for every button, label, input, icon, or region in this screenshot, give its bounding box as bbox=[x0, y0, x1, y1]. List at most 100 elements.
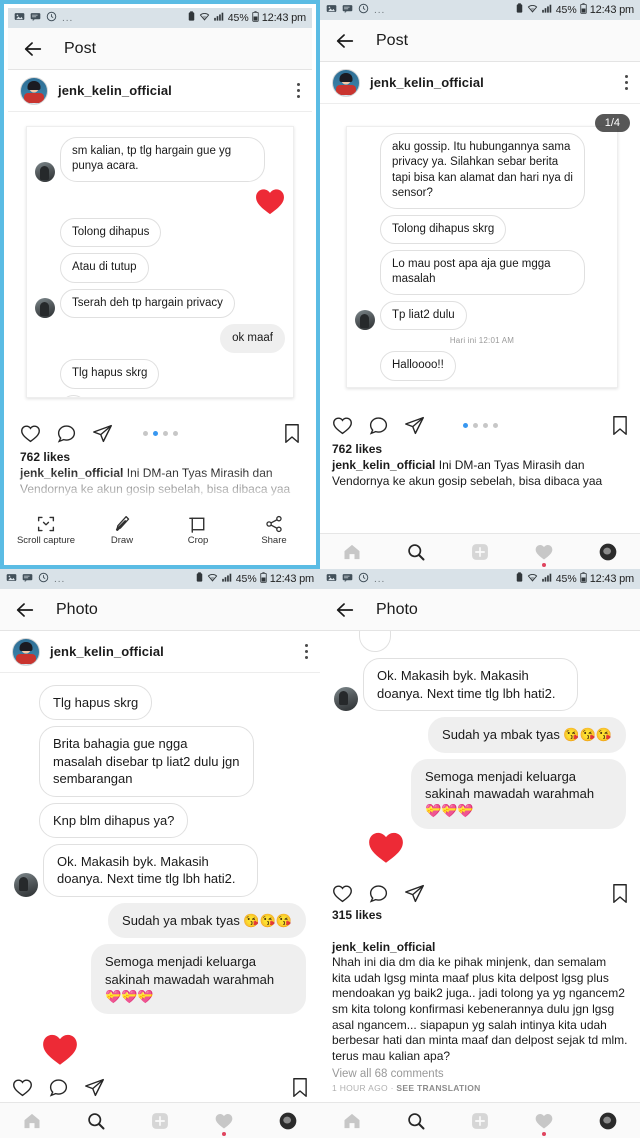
back-arrow-icon[interactable] bbox=[334, 599, 356, 621]
scroll-capture-button[interactable]: Scroll capture bbox=[12, 515, 80, 547]
avatar[interactable] bbox=[332, 68, 360, 97]
add-post-icon[interactable] bbox=[150, 1111, 170, 1131]
home-icon[interactable] bbox=[342, 1111, 362, 1131]
search-icon[interactable] bbox=[406, 542, 426, 562]
share-dm-icon[interactable] bbox=[404, 883, 425, 904]
chat-message: Ok. Makasih byk. Makasih doanya. Next ti… bbox=[334, 658, 626, 712]
post-username[interactable]: jenk_kelin_official bbox=[370, 75, 484, 90]
kebab-menu-icon[interactable] bbox=[624, 75, 628, 90]
like-icon[interactable] bbox=[332, 883, 353, 904]
post-media[interactable]: sm kalian, tp tlg hargain gue yg punya a… bbox=[8, 112, 312, 414]
post-media[interactable]: 1/4 aku gossip. Itu hubungannya sama pri… bbox=[320, 104, 640, 406]
post-meta: 1 HOUR AGO · SEE TRANSLATION bbox=[320, 1080, 640, 1093]
activity-heart-icon[interactable] bbox=[534, 1111, 554, 1136]
comment-icon[interactable] bbox=[56, 423, 77, 444]
clock-icon bbox=[38, 572, 49, 586]
chat-bubble: ok maaf bbox=[220, 324, 285, 354]
chat-message: Tlg hapus skrg bbox=[14, 685, 306, 721]
post-header: jenk_kelin_official bbox=[8, 70, 312, 112]
post-caption: jenk_kelin_official Ini DM-an Tyas Miras… bbox=[320, 456, 640, 489]
search-icon[interactable] bbox=[406, 1111, 426, 1131]
panel-bottom-right[interactable]: ... 45% 12:43 pm Photo Ok. Makasih byk. … bbox=[320, 569, 640, 1138]
draw-icon bbox=[115, 516, 130, 531]
post-actions bbox=[8, 414, 312, 448]
alarm-icon bbox=[515, 572, 524, 586]
share-dm-icon[interactable] bbox=[84, 1077, 105, 1098]
bookmark-icon[interactable] bbox=[612, 883, 628, 904]
home-icon[interactable] bbox=[22, 1111, 42, 1131]
share-dm-icon[interactable] bbox=[92, 423, 113, 444]
activity-heart-icon[interactable] bbox=[214, 1111, 234, 1136]
share-dm-icon[interactable] bbox=[404, 415, 425, 436]
panel-top-left[interactable]: ... 45% 12:43 pm Post jenk_kelin_officia… bbox=[0, 0, 320, 569]
like-icon[interactable] bbox=[12, 1077, 33, 1098]
post-media[interactable]: Ok. Makasih byk. Makasih doanya. Next ti… bbox=[320, 631, 640, 875]
share-button[interactable]: Share bbox=[240, 515, 308, 547]
chat-bubble: aku gossip. Itu hubungannya sama privacy… bbox=[380, 133, 585, 209]
post-header: jenk_kelin_official bbox=[0, 631, 320, 673]
post-username[interactable]: jenk_kelin_official bbox=[58, 83, 172, 98]
post-actions bbox=[320, 406, 640, 440]
sender-avatar-icon bbox=[35, 298, 55, 319]
comment-icon[interactable] bbox=[48, 1077, 69, 1098]
back-arrow-icon[interactable] bbox=[14, 599, 36, 621]
chat-bubble: Tolong dihapus bbox=[60, 217, 162, 248]
caption-username[interactable]: jenk_kelin_official bbox=[332, 940, 435, 954]
post-media[interactable]: Tlg hapus skrg Brita bahagia gue ngga ma… bbox=[0, 673, 320, 1083]
home-icon[interactable] bbox=[342, 542, 362, 562]
post-username[interactable]: jenk_kelin_official bbox=[50, 644, 164, 659]
panel-top-right[interactable]: ... 45% 12:43 pm Post jenk_kelin_officia… bbox=[320, 0, 640, 569]
like-icon[interactable] bbox=[332, 415, 353, 436]
sender-avatar-icon bbox=[14, 872, 38, 897]
kebab-menu-icon[interactable] bbox=[304, 644, 308, 659]
add-post-icon[interactable] bbox=[470, 542, 490, 562]
profile-icon[interactable] bbox=[598, 542, 618, 562]
chat-bubble: Tp liat2 dulu bbox=[380, 300, 467, 331]
chat-message: Brita bahagia gue ngga masalah disebar t… bbox=[14, 726, 306, 797]
caption-username[interactable]: jenk_kelin_official bbox=[332, 458, 435, 472]
likes-count[interactable]: 315 likes bbox=[320, 906, 640, 922]
battery-icon bbox=[252, 11, 259, 25]
battery-percent: 45% bbox=[235, 573, 257, 585]
image-icon bbox=[326, 572, 337, 586]
sender-avatar-icon bbox=[35, 161, 55, 182]
caption-username[interactable]: jenk_kelin_official bbox=[20, 466, 123, 480]
battery-percent: 45% bbox=[555, 573, 577, 585]
activity-heart-icon[interactable] bbox=[534, 542, 554, 567]
likes-count[interactable]: 762 likes bbox=[8, 448, 312, 464]
clock-time: 12:43 pm bbox=[269, 573, 314, 585]
bookmark-icon[interactable] bbox=[612, 415, 628, 436]
panel-bottom-left[interactable]: ... 45% 12:43 pm Photo jenk_kelin_offici… bbox=[0, 569, 320, 1138]
clock-icon bbox=[46, 11, 57, 25]
bookmark-icon[interactable] bbox=[284, 423, 300, 444]
status-overflow: ... bbox=[374, 4, 386, 16]
draw-button[interactable]: Draw bbox=[88, 515, 156, 547]
back-arrow-icon[interactable] bbox=[22, 38, 44, 60]
view-comments-link[interactable]: View all 68 comments bbox=[320, 1064, 640, 1080]
add-post-icon[interactable] bbox=[470, 1111, 490, 1131]
see-translation-link[interactable]: SEE TRANSLATION bbox=[396, 1083, 480, 1093]
crop-button[interactable]: Crop bbox=[164, 515, 232, 547]
search-icon[interactable] bbox=[86, 1111, 106, 1131]
profile-icon[interactable] bbox=[278, 1111, 298, 1131]
kebab-menu-icon[interactable] bbox=[296, 83, 300, 98]
comment-icon[interactable] bbox=[368, 883, 389, 904]
clock-icon bbox=[358, 3, 369, 17]
share-label: Share bbox=[261, 535, 287, 547]
profile-icon[interactable] bbox=[598, 1111, 618, 1131]
bookmark-icon[interactable] bbox=[292, 1077, 308, 1098]
capture-toolbar: Scroll capture Draw Crop Share bbox=[8, 499, 312, 561]
back-arrow-icon[interactable] bbox=[334, 30, 356, 52]
wifi-icon bbox=[199, 11, 210, 25]
like-icon[interactable] bbox=[20, 423, 41, 444]
chat-message: Tserah deh tp hargain privacy bbox=[35, 288, 285, 319]
avatar[interactable] bbox=[20, 76, 48, 105]
chat-bubble: Ok. Makasih byk. Makasih doanya. Next ti… bbox=[363, 658, 578, 712]
app-bar-title: Photo bbox=[376, 600, 418, 618]
chat-bubble bbox=[380, 386, 408, 387]
comment-icon[interactable] bbox=[368, 415, 389, 436]
avatar[interactable] bbox=[12, 637, 40, 666]
chat-bubble: Tolong dihapus skrg bbox=[380, 214, 507, 245]
carousel-counter-badge: 1/4 bbox=[594, 114, 630, 132]
likes-count[interactable]: 762 likes bbox=[320, 440, 640, 456]
